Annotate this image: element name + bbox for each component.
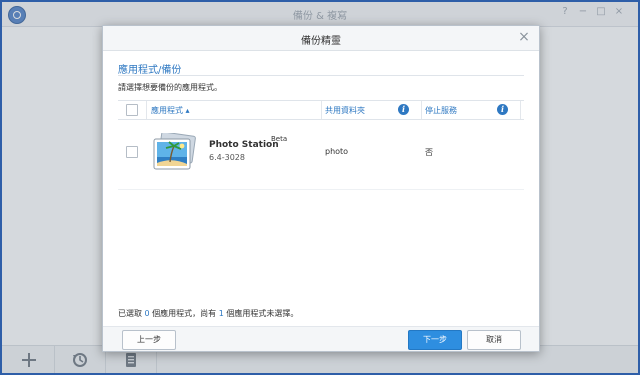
- dialog-close-icon[interactable]: ×: [517, 30, 531, 44]
- header-select-cell: [118, 101, 147, 119]
- cancel-button[interactable]: 取消: [467, 330, 521, 350]
- summary-prefix: 已選取: [118, 309, 145, 318]
- beta-badge: Beta: [271, 135, 288, 143]
- back-button[interactable]: 上一步: [122, 330, 176, 350]
- stop-service-value: 否: [425, 148, 433, 157]
- stop-info-icon[interactable]: i: [497, 104, 508, 115]
- grid-header: 應用程式 ▴ 共用資料夾 i 停止服務 i: [118, 100, 524, 120]
- selection-summary: 已選取 0 個應用程式，尚有 1 個應用程式未選擇。: [118, 308, 298, 319]
- folder-info-icon[interactable]: i: [398, 104, 409, 115]
- section-divider: [118, 75, 524, 76]
- shared-folder-value: photo: [325, 147, 349, 156]
- backup-wizard-dialog: 備份精靈 × 應用程式/備份 請選擇想要備份的應用程式。 應用程式 ▴ 共用資料…: [102, 25, 540, 352]
- app-grid: 應用程式 ▴ 共用資料夾 i 停止服務 i Photo Station Beta…: [118, 100, 524, 208]
- app-version: 6.4-3028: [209, 153, 245, 162]
- dialog-title: 備份精靈: [301, 36, 341, 47]
- dialog-footer: 上一步 下一步 取消: [103, 327, 539, 351]
- summary-suffix: 個應用程式未選擇。: [223, 309, 299, 318]
- table-row[interactable]: Photo Station Beta 6.4-3028 photo 否: [118, 119, 524, 190]
- column-stop-label: 停止服務: [425, 106, 457, 115]
- dialog-titlebar: 備份精靈 ×: [103, 26, 539, 51]
- summary-middle: 個應用程式，尚有: [149, 309, 219, 318]
- column-app-label: 應用程式 ▴: [151, 106, 190, 115]
- section-title: 應用程式/備份: [118, 65, 182, 76]
- select-all-checkbox[interactable]: [126, 104, 138, 116]
- column-app[interactable]: 應用程式 ▴: [146, 101, 322, 119]
- column-stop[interactable]: 停止服務 i: [421, 101, 521, 119]
- row-checkbox[interactable]: [126, 146, 138, 158]
- photo-station-icon: [153, 133, 196, 170]
- column-folder-label: 共用資料夾: [325, 106, 365, 115]
- instruction-text: 請選擇想要備份的應用程式。: [118, 83, 222, 92]
- column-folder[interactable]: 共用資料夾 i: [321, 101, 422, 119]
- next-button[interactable]: 下一步: [408, 330, 462, 350]
- app-name: Photo Station: [209, 140, 279, 150]
